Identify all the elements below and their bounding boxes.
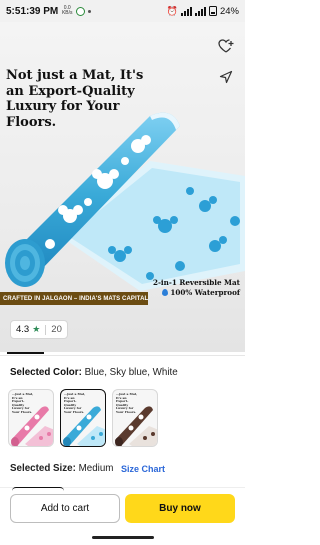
selected-color: Selected Color: Blue, Sky blue, White xyxy=(10,367,178,378)
divider xyxy=(0,355,245,356)
feature-waterproof-label: 100% Waterproof xyxy=(170,288,240,297)
color-swatch-brown[interactable]: ...just a Mat, It's an Export-Quality Lu… xyxy=(112,389,158,447)
selected-color-value: Blue, Sky blue, White xyxy=(84,367,178,378)
notification-dot-icon xyxy=(88,9,92,13)
battery-icon xyxy=(208,6,217,16)
selected-size-value: Medium xyxy=(78,463,114,474)
product-image[interactable]: Not just a Mat, It's an Export-Quality L… xyxy=(0,22,245,352)
color-swatches: ...just a Mat, It's an Export-Quality Lu… xyxy=(8,389,158,447)
share-button[interactable] xyxy=(215,66,237,88)
swatch-text: ...just a Mat, It's an Export-Quality Lu… xyxy=(12,392,34,414)
water-drop-icon xyxy=(162,289,169,296)
network-speed: 0.0 KB/s xyxy=(61,5,73,16)
add-to-cart-button[interactable]: Add to cart xyxy=(10,494,120,523)
gesture-nav-handle[interactable] xyxy=(92,536,154,539)
alarm-icon: ⏰ xyxy=(166,5,178,16)
status-right: ⏰ 24% xyxy=(167,6,239,17)
size-chart-link[interactable]: Size Chart xyxy=(121,464,165,474)
buy-now-button[interactable]: Buy now xyxy=(125,494,235,523)
gallery-indicator xyxy=(7,352,44,354)
feature-reversible: 2-in-1 Reversible Mat xyxy=(152,278,240,287)
star-icon: ★ xyxy=(32,324,41,334)
signal-icon xyxy=(180,6,192,16)
battery-level: 24% xyxy=(219,5,239,17)
rating-badge[interactable]: 4.3 ★ 20 xyxy=(10,320,68,339)
selected-color-label: Selected Color: xyxy=(10,367,82,378)
status-bar: 5:51:39 PM 0.0 KB/s ⏰ 24% xyxy=(0,0,245,22)
signal-icon-2 xyxy=(194,6,206,16)
origin-banner: CRAFTED IN JALGAON – INDIA'S MATS CAPITA… xyxy=(0,292,148,305)
feature-waterproof: 100% Waterproof xyxy=(138,288,240,297)
selected-size-label: Selected Size: xyxy=(10,463,76,474)
notification-icons xyxy=(76,6,92,16)
status-time: 5:51:39 PM xyxy=(6,5,59,17)
rating-count: 20 xyxy=(51,324,62,335)
product-headline: Not just a Mat, It's an Export-Quality L… xyxy=(6,68,144,130)
selected-size: Selected Size: Medium xyxy=(10,463,113,474)
whatsapp-icon xyxy=(76,6,86,16)
swatch-text: ...just a Mat, It's an Export-Quality Lu… xyxy=(116,392,138,414)
heart-plus-icon xyxy=(218,38,234,53)
rating-separator xyxy=(45,324,47,335)
wishlist-button[interactable] xyxy=(215,35,237,57)
size-option-edge xyxy=(12,487,64,491)
rating-value: 4.3 xyxy=(16,324,30,335)
color-swatch-pink[interactable]: ...just a Mat, It's an Export-Quality Lu… xyxy=(8,389,54,447)
swatch-text: ...just a Mat, It's an Export-Quality Lu… xyxy=(64,392,86,414)
color-swatch-blue[interactable]: ...just a Mat, It's an Export-Quality Lu… xyxy=(60,389,106,447)
share-icon xyxy=(219,70,233,84)
